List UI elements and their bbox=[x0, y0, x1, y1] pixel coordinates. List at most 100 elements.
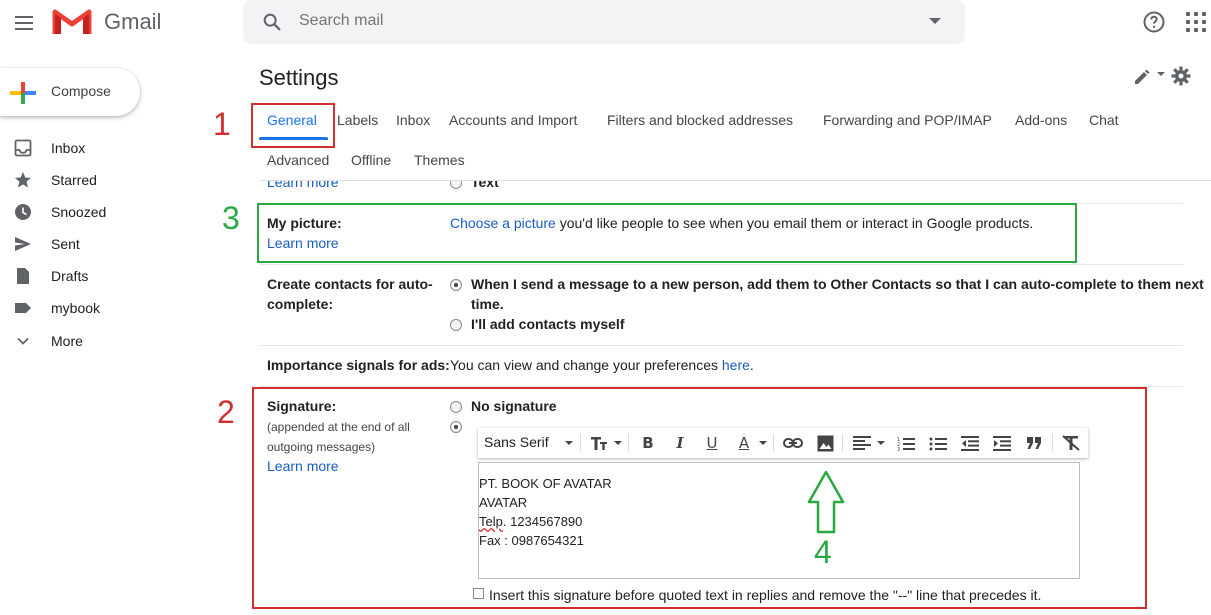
chevron-down-icon[interactable] bbox=[1157, 72, 1165, 76]
indent-less-icon[interactable] bbox=[960, 433, 980, 453]
add-to-other-contacts-line1: When I send a message to a new person, a… bbox=[471, 276, 1204, 292]
sidebar-item-more[interactable]: More bbox=[0, 325, 240, 357]
bold-icon[interactable]: B bbox=[638, 433, 658, 453]
importance-period: . bbox=[749, 357, 754, 373]
font-family-select[interactable]: Sans Serif bbox=[484, 434, 549, 450]
chevron-down-icon[interactable] bbox=[614, 441, 622, 445]
indent-more-icon[interactable] bbox=[992, 433, 1012, 453]
pencil-icon[interactable] bbox=[1133, 68, 1151, 86]
chevron-down-icon[interactable] bbox=[877, 441, 885, 445]
toolbar-divider bbox=[773, 434, 774, 452]
sidebar-item-snoozed[interactable]: Snoozed bbox=[0, 196, 240, 228]
text-radio[interactable] bbox=[450, 181, 462, 189]
sidebar-item-drafts[interactable]: Drafts bbox=[0, 260, 240, 292]
chevron-down-icon[interactable] bbox=[565, 441, 573, 445]
insert-signature-label: Insert this signature before quoted text… bbox=[489, 587, 1042, 603]
draft-icon bbox=[17, 268, 29, 284]
compose-button[interactable]: Compose bbox=[0, 68, 140, 116]
italic-icon[interactable]: I bbox=[670, 433, 690, 453]
contacts-label-line1: Create contacts for auto- bbox=[267, 276, 433, 292]
annotation-box-3 bbox=[257, 203, 1077, 263]
link-icon[interactable] bbox=[783, 433, 803, 453]
send-icon bbox=[15, 237, 31, 251]
tab-filters[interactable]: Filters and blocked addresses bbox=[607, 112, 793, 128]
tab-inbox[interactable]: Inbox bbox=[396, 112, 430, 128]
annotation-box-1 bbox=[251, 103, 335, 148]
bulleted-list-icon[interactable] bbox=[928, 433, 948, 453]
chevron-down-icon bbox=[17, 337, 29, 345]
sidebar-item-label: More bbox=[51, 333, 83, 349]
tab-offline[interactable]: Offline bbox=[351, 152, 391, 168]
contacts-label-line2: complete: bbox=[267, 296, 334, 312]
apps-grid-icon[interactable] bbox=[1186, 12, 1206, 32]
add-to-other-contacts-radio[interactable] bbox=[450, 279, 462, 291]
brand-name[interactable]: Gmail bbox=[104, 9, 161, 35]
sidebar-item-label: Snoozed bbox=[51, 204, 107, 220]
tab-chat[interactable]: Chat bbox=[1089, 112, 1119, 128]
my-picture-text: you'd like people to see when you email … bbox=[555, 215, 1034, 231]
row-divider bbox=[259, 264, 1183, 265]
text-option-label: Text bbox=[471, 181, 499, 190]
no-signature-radio[interactable] bbox=[450, 401, 462, 413]
insert-image-icon[interactable] bbox=[815, 433, 835, 453]
annotation-arrow-up bbox=[807, 470, 845, 534]
tab-advanced[interactable]: Advanced bbox=[267, 152, 329, 168]
search-bar[interactable] bbox=[243, 0, 965, 44]
toolbar-divider bbox=[628, 434, 629, 452]
search-input[interactable] bbox=[299, 12, 899, 30]
numbered-list-icon[interactable]: 123 bbox=[896, 433, 916, 453]
gmail-logo-icon[interactable] bbox=[52, 6, 92, 36]
tab-labels[interactable]: Labels bbox=[337, 112, 378, 128]
tab-themes[interactable]: Themes bbox=[414, 152, 465, 168]
signature-line: Fax : 0987654321 bbox=[479, 533, 584, 548]
top-bar: Gmail bbox=[0, 0, 1211, 52]
annotation-number-2: 2 bbox=[217, 394, 235, 430]
compose-label: Compose bbox=[51, 83, 111, 99]
chevron-down-icon[interactable] bbox=[759, 441, 767, 445]
insert-signature-checkbox[interactable] bbox=[473, 588, 484, 599]
star-icon bbox=[15, 172, 31, 188]
quote-icon[interactable] bbox=[1024, 433, 1044, 453]
main-menu-icon[interactable] bbox=[12, 12, 36, 36]
add-contacts-myself-radio[interactable] bbox=[450, 319, 462, 331]
underline-icon[interactable]: U bbox=[702, 433, 722, 453]
toolbar-divider bbox=[1052, 434, 1053, 452]
align-icon[interactable] bbox=[852, 433, 872, 453]
sidebar-item-sent[interactable]: Sent bbox=[0, 228, 240, 260]
tab-forwarding[interactable]: Forwarding and POP/IMAP bbox=[823, 112, 992, 128]
learn-more-link[interactable]: Learn more bbox=[267, 181, 339, 190]
sidebar-item-label: Sent bbox=[51, 236, 80, 252]
signature-editor[interactable]: PT. BOOK OF AVATAR AVATAR Telp. 12345678… bbox=[478, 462, 1080, 579]
importance-signals-label: Importance signals for ads: bbox=[267, 357, 450, 373]
signature-toolbar: Sans Serif B I U A 123 bbox=[478, 428, 1088, 458]
text-color-icon[interactable]: A bbox=[734, 433, 754, 453]
remove-formatting-icon[interactable] bbox=[1061, 433, 1081, 453]
plus-icon bbox=[10, 82, 36, 104]
signature-label: Signature: bbox=[267, 398, 337, 414]
choose-picture-link[interactable]: Choose a picture bbox=[450, 215, 556, 231]
tab-accounts-and-import[interactable]: Accounts and Import bbox=[449, 112, 577, 128]
svg-text:3: 3 bbox=[897, 447, 900, 451]
sidebar-item-inbox[interactable]: Inbox bbox=[0, 132, 240, 164]
custom-signature-radio[interactable] bbox=[450, 421, 462, 433]
importance-text: You can view and change your preferences bbox=[450, 357, 718, 373]
search-icon[interactable] bbox=[261, 11, 283, 33]
clock-icon bbox=[15, 204, 31, 220]
add-to-other-contacts-line2: time. bbox=[471, 296, 504, 312]
inbox-icon bbox=[14, 139, 32, 157]
importance-here-link[interactable]: here bbox=[722, 357, 750, 373]
sidebar-item-label: Starred bbox=[51, 172, 97, 188]
tab-add-ons[interactable]: Add-ons bbox=[1015, 112, 1067, 128]
page-title: Settings bbox=[259, 65, 339, 90]
learn-more-link[interactable]: Learn more bbox=[267, 235, 339, 251]
help-icon[interactable] bbox=[1142, 10, 1166, 34]
font-size-icon[interactable] bbox=[590, 433, 610, 453]
sidebar-item-starred[interactable]: Starred bbox=[0, 164, 240, 196]
learn-more-link[interactable]: Learn more bbox=[267, 458, 339, 474]
signature-line: AVATAR bbox=[479, 495, 528, 510]
gear-icon[interactable] bbox=[1171, 66, 1191, 86]
row-divider bbox=[259, 345, 1183, 346]
annotation-number-4: 4 bbox=[814, 534, 832, 570]
search-options-icon[interactable] bbox=[929, 18, 941, 24]
sidebar-item-mybook[interactable]: mybook bbox=[0, 292, 240, 324]
